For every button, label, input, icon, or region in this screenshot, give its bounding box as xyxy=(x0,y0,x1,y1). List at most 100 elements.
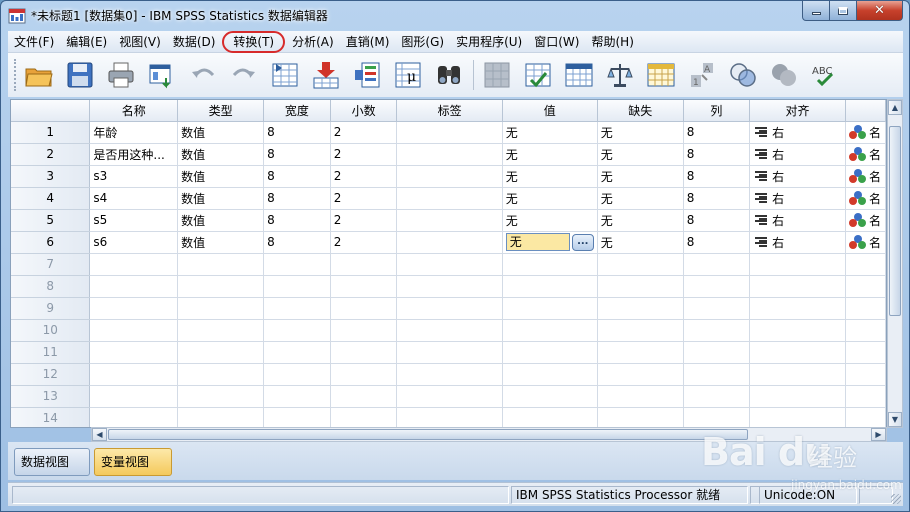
empty-cell[interactable] xyxy=(845,341,886,364)
empty-cell[interactable] xyxy=(502,363,598,386)
empty-cell[interactable] xyxy=(396,341,503,364)
cell-missing[interactable]: 无 xyxy=(597,187,684,210)
empty-cell[interactable] xyxy=(177,407,265,427)
empty-cell[interactable] xyxy=(330,319,398,342)
cell-measure[interactable]: 名 xyxy=(845,187,886,210)
column-header[interactable]: 小数 xyxy=(330,100,398,122)
empty-cell[interactable] xyxy=(683,253,751,276)
cell-name[interactable]: s6 xyxy=(89,231,179,254)
select-cases-icon[interactable] xyxy=(644,58,678,92)
cell-measure[interactable]: 名 xyxy=(845,231,886,254)
empty-cell[interactable] xyxy=(177,253,265,276)
cell-decimals[interactable]: 2 xyxy=(330,165,398,188)
empty-cell[interactable] xyxy=(263,385,331,408)
empty-cell[interactable] xyxy=(89,253,179,276)
empty-cell[interactable] xyxy=(396,275,503,298)
empty-cell[interactable] xyxy=(330,341,398,364)
cell-missing[interactable]: 无 xyxy=(597,209,684,232)
cell-type[interactable]: 数值 xyxy=(177,143,265,166)
horizontal-scrollbar[interactable]: ◀ ▶ xyxy=(91,427,887,442)
cell-label[interactable] xyxy=(396,143,503,166)
cell-measure[interactable]: 名 xyxy=(845,143,886,166)
empty-cell[interactable] xyxy=(597,319,684,342)
cell-decimals[interactable]: 2 xyxy=(330,143,398,166)
dialog-recall-icon[interactable] xyxy=(145,58,179,92)
close-button[interactable]: ✕ xyxy=(857,1,903,21)
empty-cell[interactable] xyxy=(845,363,886,386)
cell-values[interactable]: 无 xyxy=(502,121,598,144)
menu-view[interactable]: 视图(V) xyxy=(113,32,167,52)
empty-cell[interactable] xyxy=(177,363,265,386)
row-header[interactable]: 10 xyxy=(11,319,91,342)
title-bar[interactable]: *未标题1 [数据集0] - IBM SPSS Statistics 数据编辑器… xyxy=(1,1,909,31)
descriptive-stats-icon[interactable]: μ xyxy=(391,58,425,92)
cell-missing[interactable]: 无 xyxy=(597,143,684,166)
tab-variable-view[interactable]: 变量视图(V) xyxy=(94,448,172,495)
cell-measure[interactable]: 名 xyxy=(845,209,886,232)
spss-app-icon[interactable] xyxy=(8,7,26,25)
value-labels-ellipsis-button[interactable]: ... xyxy=(571,234,594,251)
empty-cell[interactable] xyxy=(502,319,598,342)
cell-align[interactable]: 右 xyxy=(749,143,846,166)
show-all-variables-icon[interactable] xyxy=(767,58,801,92)
cell-align[interactable]: 右 xyxy=(749,121,846,144)
empty-cell[interactable] xyxy=(396,363,503,386)
toolbar-grip[interactable] xyxy=(14,59,18,91)
empty-cell[interactable] xyxy=(749,319,846,342)
empty-cell[interactable] xyxy=(749,297,846,320)
empty-cell[interactable] xyxy=(845,407,886,427)
print-icon[interactable] xyxy=(104,58,138,92)
cell-columns[interactable]: 8 xyxy=(683,143,751,166)
vertical-scroll-thumb[interactable] xyxy=(889,126,901,316)
empty-cell[interactable] xyxy=(502,275,598,298)
empty-cell[interactable] xyxy=(330,253,398,276)
use-variable-sets-icon[interactable] xyxy=(726,58,760,92)
empty-cell[interactable] xyxy=(330,407,398,427)
row-header[interactable]: 7 xyxy=(11,253,91,276)
empty-cell[interactable] xyxy=(89,341,179,364)
menu-utilities[interactable]: 实用程序(U) xyxy=(450,32,528,52)
cell-width[interactable]: 8 xyxy=(263,209,331,232)
empty-cell[interactable] xyxy=(330,385,398,408)
resize-grip[interactable] xyxy=(891,494,901,504)
cell-decimals[interactable]: 2 xyxy=(330,187,398,210)
cell-label[interactable] xyxy=(396,165,503,188)
empty-cell[interactable] xyxy=(177,275,265,298)
cell-align[interactable]: 右 xyxy=(749,187,846,210)
variables-icon[interactable] xyxy=(350,58,384,92)
cell-label[interactable] xyxy=(396,231,503,254)
cell-name[interactable]: s5 xyxy=(89,209,179,232)
empty-cell[interactable] xyxy=(177,319,265,342)
empty-cell[interactable] xyxy=(330,297,398,320)
active-cell-value[interactable]: 无 xyxy=(505,233,570,251)
horizontal-scroll-thumb[interactable] xyxy=(108,429,748,440)
insert-cases-icon[interactable] xyxy=(480,58,514,92)
row-header[interactable]: 14 xyxy=(11,407,91,427)
empty-cell[interactable] xyxy=(597,407,684,427)
maximize-button[interactable] xyxy=(830,1,857,21)
grid-corner[interactable] xyxy=(11,100,91,122)
cell-values[interactable]: 无 xyxy=(502,165,598,188)
empty-cell[interactable] xyxy=(749,363,846,386)
open-folder-icon[interactable] xyxy=(22,58,56,92)
save-icon[interactable] xyxy=(63,58,97,92)
cell-columns[interactable]: 8 xyxy=(683,187,751,210)
cell-label[interactable] xyxy=(396,187,503,210)
menu-data[interactable]: 数据(D) xyxy=(167,32,222,52)
column-header[interactable]: 宽度 xyxy=(263,100,331,122)
row-header[interactable]: 11 xyxy=(11,341,91,364)
empty-cell[interactable] xyxy=(263,341,331,364)
cell-width[interactable]: 8 xyxy=(263,143,331,166)
cell-width[interactable]: 8 xyxy=(263,165,331,188)
empty-cell[interactable] xyxy=(749,407,846,427)
row-header[interactable]: 1 xyxy=(11,121,91,144)
cell-missing[interactable]: 无 xyxy=(597,231,684,254)
menu-edit[interactable]: 编辑(E) xyxy=(60,32,113,52)
goto-variable-icon[interactable] xyxy=(309,58,343,92)
cell-type[interactable]: 数值 xyxy=(177,165,265,188)
empty-cell[interactable] xyxy=(263,407,331,427)
cell-type[interactable]: 数值 xyxy=(177,231,265,254)
cell-measure[interactable]: 名 xyxy=(845,165,886,188)
empty-cell[interactable] xyxy=(845,385,886,408)
spell-check-icon[interactable]: ABC xyxy=(808,58,842,92)
